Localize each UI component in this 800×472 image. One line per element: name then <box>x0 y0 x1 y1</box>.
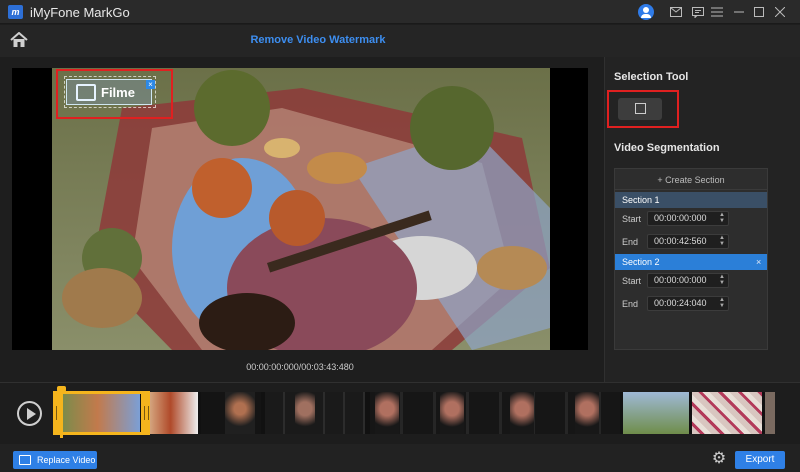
maximize-icon[interactable] <box>751 4 767 20</box>
timeline-strip[interactable] <box>55 392 775 434</box>
timeline-frame <box>510 392 534 434</box>
section-1-header[interactable]: Section 1 <box>615 192 767 208</box>
video-timecode: 00:00:00:000/00:03:43:480 <box>246 362 354 372</box>
timeline-selection-range[interactable] <box>53 391 150 435</box>
timeline-frame <box>295 392 315 434</box>
minimize-icon[interactable] <box>731 4 747 20</box>
section-2-header[interactable]: Section 2 <box>615 254 767 270</box>
stepper-icon[interactable]: ▲ ▼ <box>719 297 725 309</box>
bottom-bar <box>0 444 800 472</box>
gear-icon[interactable]: ⚙ <box>711 451 727 467</box>
timeline-frame <box>375 392 399 434</box>
menu-icon[interactable] <box>709 4 725 20</box>
page-title: Remove Video Watermark <box>250 34 386 46</box>
section-2-close-icon[interactable]: × <box>756 254 761 270</box>
range-end-handle[interactable] <box>141 391 150 435</box>
header-bar: Remove Video Watermark <box>0 25 800 57</box>
timeline-frame <box>265 392 365 434</box>
highlight-frame-watermark <box>56 69 173 119</box>
close-icon[interactable] <box>772 4 788 20</box>
timeline-frame <box>143 392 198 434</box>
timeline-frame <box>765 392 775 434</box>
section-1-end-input[interactable]: 00:00:42:560 ▲ ▼ <box>647 234 729 249</box>
user-avatar-icon[interactable] <box>638 4 654 20</box>
timeline-frame <box>623 392 689 434</box>
section-1-start-label: Start <box>622 214 642 224</box>
section-2-start-input[interactable]: 00:00:00:000 ▲ ▼ <box>647 273 729 288</box>
replace-video-icon <box>19 455 31 465</box>
section-1-start-input[interactable]: 00:00:00:000 ▲ ▼ <box>647 211 729 226</box>
section-2-end-input[interactable]: 00:00:24:040 ▲ ▼ <box>647 296 729 311</box>
play-icon[interactable] <box>17 401 42 426</box>
timeline-frame <box>692 392 762 434</box>
stepper-icon[interactable]: ▲ ▼ <box>719 274 725 286</box>
timeline-frame <box>575 392 599 434</box>
section-2-start-label: Start <box>622 276 642 286</box>
app-title: iMyFone MarkGo <box>30 5 130 20</box>
highlight-frame-selection-tool <box>607 90 679 128</box>
timeline-frame <box>225 392 255 434</box>
app-logo-icon: m <box>8 5 23 19</box>
mail-icon[interactable] <box>668 4 684 20</box>
chat-icon[interactable] <box>690 4 706 20</box>
create-section-button[interactable]: + Create Section <box>614 170 768 190</box>
selection-tool-label: Selection Tool <box>614 71 689 83</box>
section-2-end-label: End <box>622 299 639 309</box>
stepper-icon[interactable]: ▲ ▼ <box>719 235 725 247</box>
export-button[interactable]: Export <box>735 451 785 469</box>
section-1-end-label: End <box>622 237 639 247</box>
timeline-frame <box>440 392 464 434</box>
playhead[interactable] <box>57 386 66 438</box>
stepper-icon[interactable]: ▲ ▼ <box>719 212 725 224</box>
video-segmentation-label: Video Segmentation <box>614 142 720 154</box>
